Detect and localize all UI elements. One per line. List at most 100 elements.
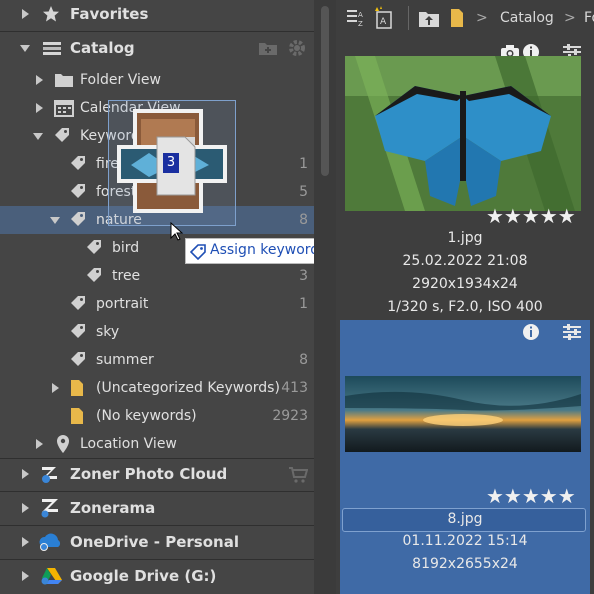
divider (0, 491, 314, 492)
section-zoner-photo-cloud[interactable]: Zoner Photo Cloud (0, 460, 314, 488)
section-zonerama[interactable]: Zonerama (0, 494, 314, 522)
section-label: Zonerama (70, 499, 156, 517)
section-onedrive[interactable]: OneDrive - Personal (0, 528, 314, 556)
photo-date: 25.02.2022 21:08 (402, 253, 528, 269)
section-label: Zoner Photo Cloud (70, 465, 228, 483)
svg-text:Z: Z (358, 20, 363, 28)
expand-arrow-icon[interactable] (22, 503, 29, 513)
tag-icon (71, 296, 85, 310)
expand-arrow-icon[interactable] (22, 469, 29, 479)
keyword-count: 8 (299, 352, 308, 368)
expand-arrow-icon[interactable] (36, 103, 43, 113)
sort-by-name-icon[interactable]: A (374, 6, 396, 30)
rating-stars[interactable]: ★★★★★ (486, 204, 576, 228)
breadcrumb-separator: > (476, 10, 488, 26)
keyword-count: 5 (299, 184, 308, 200)
keyword-item-no-keywords[interactable]: (No keywords) 2923 (0, 402, 314, 430)
collapse-arrow-icon[interactable] (20, 45, 30, 52)
navigator-scrollbar[interactable] (314, 0, 336, 594)
keyword-label: bird (112, 240, 140, 256)
tree-item-label: Folder View (80, 72, 161, 88)
browser-toolbar: AZ A > Catalog > Fo (336, 0, 594, 36)
mouse-cursor-icon (170, 222, 184, 241)
expand-arrow-icon[interactable] (22, 537, 29, 547)
keyword-item-tree[interactable]: tree 3 (0, 262, 314, 290)
section-catalog[interactable]: Catalog (0, 34, 314, 62)
tag-icon (71, 184, 85, 198)
tag-icon (71, 212, 85, 226)
google-drive-icon (41, 568, 62, 585)
collapse-arrow-icon[interactable] (50, 217, 60, 224)
gear-icon[interactable] (288, 39, 306, 57)
yellow-folder-icon (71, 380, 83, 396)
section-google-drive[interactable]: Google Drive (G:) (0, 562, 314, 590)
divider (0, 559, 314, 560)
keyword-count: 413 (281, 380, 308, 396)
parent-folder-icon[interactable] (418, 8, 440, 28)
divider (0, 458, 314, 459)
keyword-item-sky[interactable]: sky (0, 318, 314, 346)
keyword-item-summer[interactable]: summer 8 (0, 346, 314, 374)
location-pin-icon (57, 435, 69, 453)
tag-icon (87, 240, 101, 254)
scrollbar-thumb[interactable] (321, 6, 329, 176)
onedrive-icon (39, 533, 61, 551)
photo-exif: 1/320 s, F2.0, ISO 400 (387, 299, 543, 315)
info-icon[interactable] (522, 323, 540, 341)
expand-arrow-icon[interactable] (36, 439, 43, 449)
tooltip-action: Assign keyword (210, 242, 320, 258)
cart-icon[interactable] (288, 466, 308, 484)
keyword-label: sky (96, 324, 120, 340)
tag-icon (71, 324, 85, 338)
keyword-item-portrait[interactable]: portrait 1 (0, 290, 314, 318)
butterfly-photo (345, 56, 581, 211)
svg-text:A: A (380, 17, 387, 27)
settings-sliders-icon[interactable] (562, 324, 582, 340)
breadcrumb-separator: > (564, 10, 576, 26)
photo-thumbnail-1[interactable]: ★★★★★ 1.jpg 25.02.2022 21:08 2920x1934x2… (340, 40, 590, 318)
tag-icon (87, 268, 101, 282)
add-folder-icon[interactable] (258, 40, 278, 56)
photo-thumbnail-2[interactable]: ★★★★★ 8.jpg 01.11.2022 15:14 8192x2655x2… (340, 320, 590, 594)
keyword-count: 1 (299, 296, 308, 312)
expand-arrow-icon[interactable] (36, 75, 43, 85)
tree-item-folder-view[interactable]: Folder View (0, 66, 314, 94)
keyword-count: 3 (299, 268, 308, 284)
catalog-icon (43, 42, 61, 55)
keyword-label: portrait (96, 296, 149, 312)
drag-count-badge: 3 (163, 153, 179, 173)
rating-stars[interactable]: ★★★★★ (486, 484, 576, 508)
photo-date: 01.11.2022 15:14 (402, 533, 528, 549)
tree-item-location-view[interactable]: Location View (0, 430, 314, 458)
collapse-arrow-icon[interactable] (33, 133, 43, 140)
photo-filename: 8.jpg (447, 511, 483, 527)
sort-az-icon[interactable]: AZ (346, 7, 366, 29)
svg-text:A: A (358, 11, 363, 19)
zoner-cloud-icon (42, 467, 57, 483)
section-label: Google Drive (G:) (70, 567, 217, 585)
divider (0, 31, 314, 32)
section-label: OneDrive - Personal (70, 533, 239, 551)
toolbar-divider (408, 6, 409, 30)
section-label: Favorites (70, 5, 149, 23)
section-label: Catalog (70, 39, 135, 57)
expand-arrow-icon[interactable] (22, 571, 29, 581)
keyword-count: 8 (299, 212, 308, 228)
yellow-folder-icon (451, 9, 463, 27)
expand-arrow-icon[interactable] (22, 9, 29, 19)
expand-arrow-icon[interactable] (52, 383, 59, 393)
calendar-icon (54, 100, 74, 117)
folder-icon (55, 74, 73, 87)
sunset-panorama-photo (345, 376, 581, 452)
keyword-label: (Uncategorized Keywords) (96, 380, 280, 396)
tag-icon (71, 156, 85, 170)
breadcrumb-next[interactable]: Fo (584, 10, 594, 26)
tag-icon (55, 128, 69, 142)
photo-dimensions: 2920x1934x24 (412, 276, 518, 292)
keyword-label: (No keywords) (96, 408, 197, 424)
breadcrumb-catalog[interactable]: Catalog (500, 10, 554, 26)
section-favorites[interactable]: Favorites (0, 0, 314, 28)
photo-filename: 1.jpg (447, 230, 483, 246)
keyword-item-uncategorized[interactable]: (Uncategorized Keywords) 413 (0, 374, 314, 402)
yellow-folder-icon (71, 408, 83, 424)
